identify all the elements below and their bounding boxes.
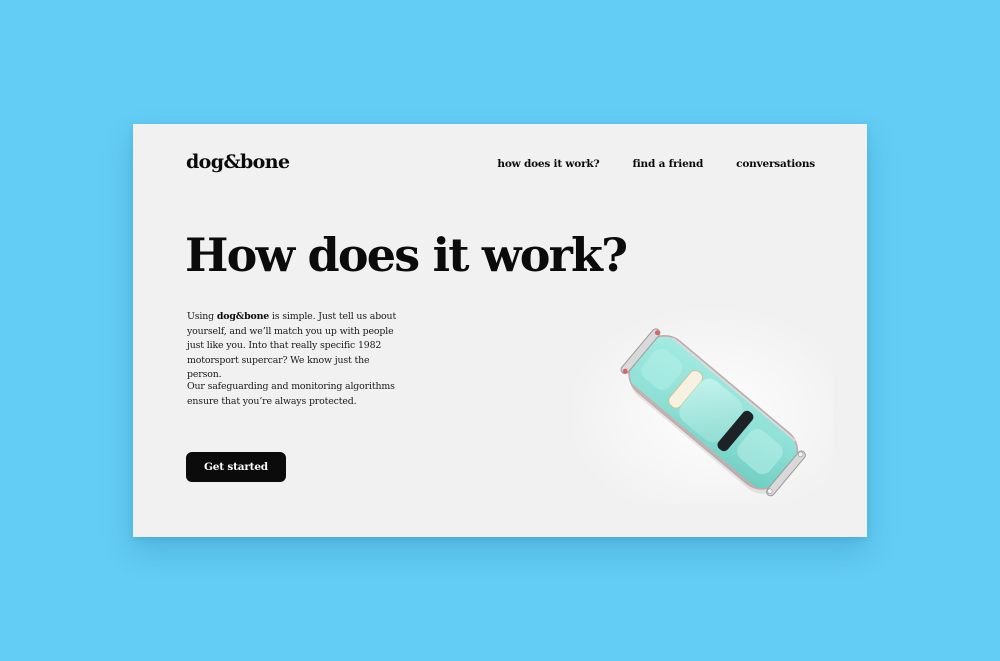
- get-started-button[interactable]: Get started: [186, 452, 286, 482]
- main-nav: how does it work? find a friend conversa…: [497, 158, 815, 170]
- website-mockup: dog&bone how does it work? find a friend…: [133, 124, 867, 537]
- nav-link-how-it-works[interactable]: how does it work?: [497, 158, 599, 170]
- toy-car-icon: [573, 304, 833, 504]
- nav-link-find-a-friend[interactable]: find a friend: [632, 158, 703, 170]
- backdrop: dog&bone how does it work? find a friend…: [0, 0, 1000, 661]
- intro-paragraph: Using dog&bone is simple. Just tell us a…: [187, 310, 402, 383]
- intro-brand: dog&bone: [216, 311, 270, 322]
- page-title: How does it work?: [185, 228, 628, 282]
- site-logo[interactable]: dog&bone: [186, 151, 290, 173]
- safety-paragraph: Our safeguarding and monitoring algorith…: [187, 381, 395, 407]
- nav-link-conversations[interactable]: conversations: [736, 158, 815, 170]
- intro-prefix: Using: [187, 311, 217, 322]
- toy-car-image: [573, 304, 833, 504]
